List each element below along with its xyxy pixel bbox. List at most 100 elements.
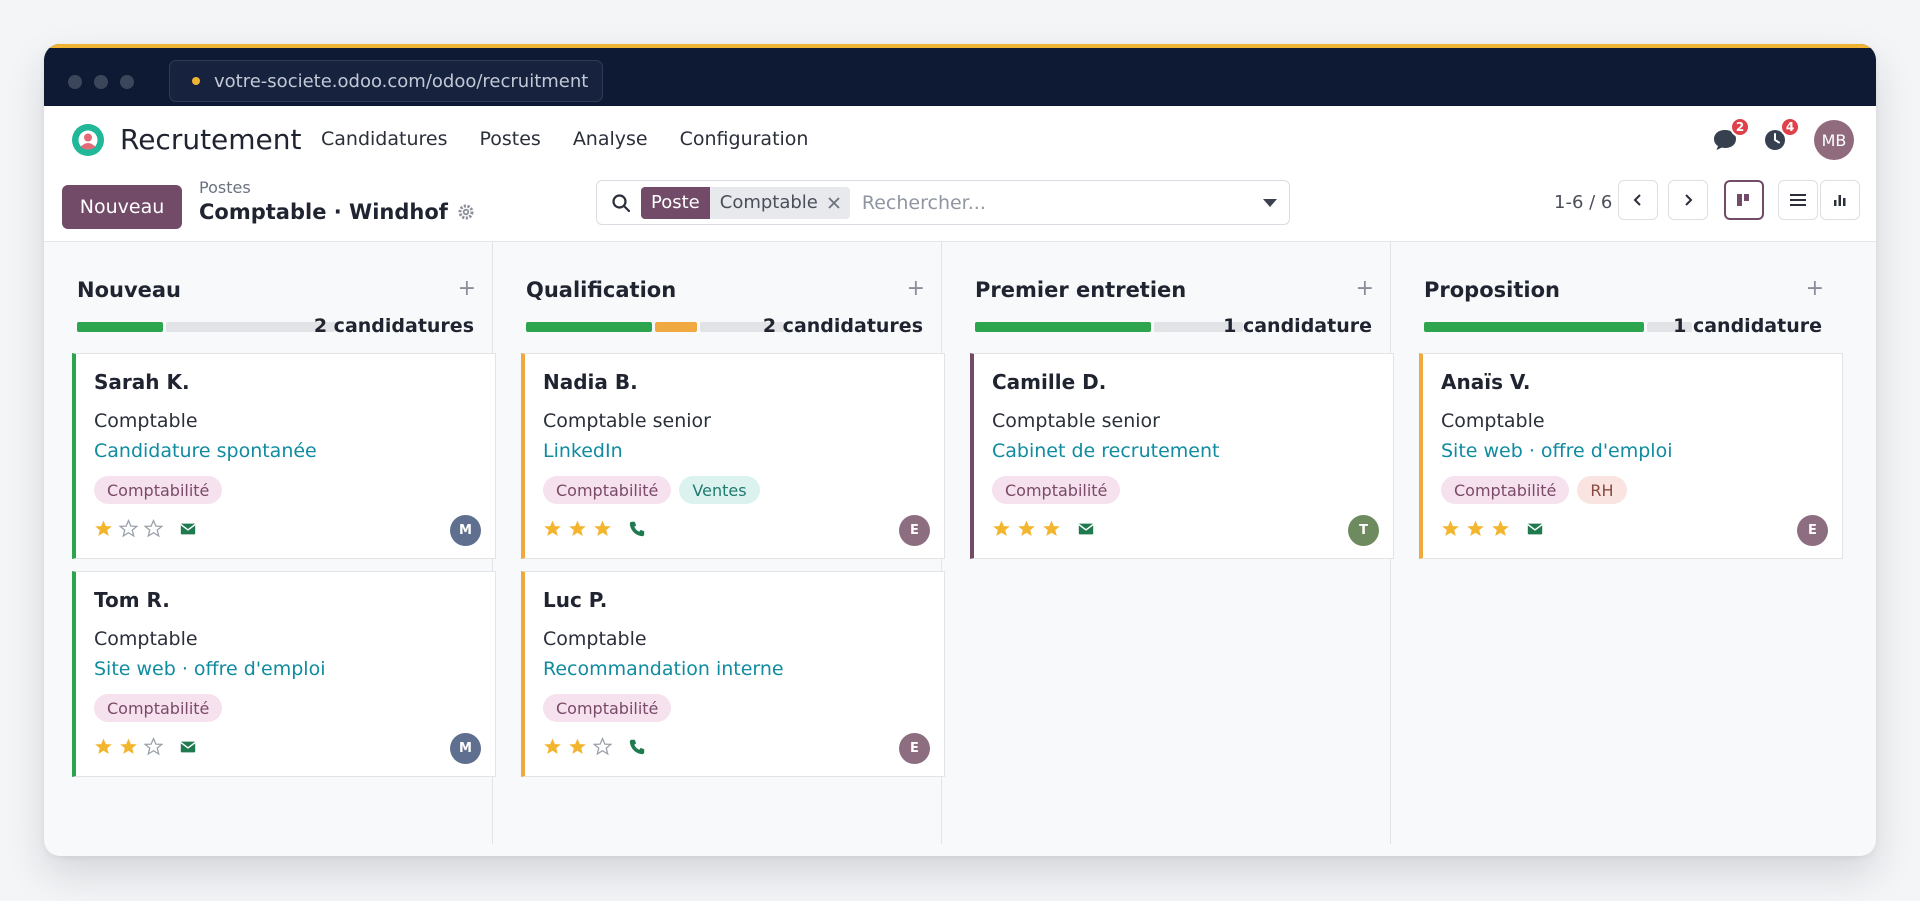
window-close-dot[interactable] bbox=[68, 75, 82, 89]
column-title[interactable]: Nouveau bbox=[77, 278, 181, 302]
assignee-avatar[interactable]: E bbox=[899, 515, 930, 546]
user-avatar[interactable]: MB bbox=[1814, 120, 1854, 160]
star-empty-icon[interactable] bbox=[593, 737, 612, 756]
facet-remove-icon[interactable] bbox=[828, 196, 840, 209]
pager-next-button[interactable] bbox=[1668, 180, 1708, 220]
candidate-name: Sarah K. bbox=[94, 370, 190, 394]
assignee-avatar[interactable]: T bbox=[1348, 515, 1379, 546]
search-input[interactable]: Rechercher... bbox=[862, 192, 986, 214]
list-view-button[interactable] bbox=[1778, 180, 1818, 220]
kanban-card[interactable]: Anaïs V. Comptable Site web · offre d'em… bbox=[1419, 353, 1843, 559]
kanban-card[interactable]: Sarah K. Comptable Candidature spontanée… bbox=[72, 353, 496, 559]
new-button[interactable]: Nouveau bbox=[62, 185, 182, 229]
assignee-avatar[interactable]: M bbox=[450, 733, 481, 764]
star-filled-icon[interactable] bbox=[1466, 519, 1485, 538]
assignee-avatar[interactable]: E bbox=[1797, 515, 1828, 546]
candidate-name: Camille D. bbox=[992, 370, 1107, 394]
star-filled-icon[interactable] bbox=[543, 519, 562, 538]
search-icon bbox=[612, 193, 631, 212]
window-minimize-dot[interactable] bbox=[94, 75, 108, 89]
kanban-board: Nouveau + 2 candidatures Sarah K. Compta… bbox=[44, 242, 1876, 856]
menu-postes[interactable]: Postes bbox=[479, 128, 540, 150]
phone-icon[interactable] bbox=[628, 520, 646, 538]
tag-list: Comptabilité RH bbox=[1441, 476, 1627, 504]
graph-view-button[interactable] bbox=[1820, 180, 1860, 220]
activities-button[interactable]: 4 bbox=[1760, 117, 1800, 155]
star-filled-icon[interactable] bbox=[593, 519, 612, 538]
column-quick-create-button[interactable]: + bbox=[1356, 276, 1374, 301]
star-filled-icon[interactable] bbox=[568, 519, 587, 538]
kanban-view-button[interactable] bbox=[1724, 180, 1764, 220]
chevron-left-icon bbox=[1633, 194, 1641, 206]
star-filled-icon[interactable] bbox=[119, 737, 138, 756]
search-options-toggle-icon[interactable] bbox=[1263, 199, 1277, 207]
kanban-card[interactable]: Tom R. Comptable Site web · offre d'empl… bbox=[72, 571, 496, 777]
tag-list: Comptabilité bbox=[543, 694, 672, 722]
kanban-card[interactable]: Camille D. Comptable senior Cabinet de r… bbox=[970, 353, 1394, 559]
mail-icon[interactable] bbox=[1077, 520, 1095, 538]
star-filled-icon[interactable] bbox=[568, 737, 587, 756]
column-progress-bar[interactable] bbox=[975, 322, 1243, 332]
column-count: 2 candidatures bbox=[313, 315, 474, 337]
url-bar[interactable]: votre-societe.odoo.com/odoo/recruitment bbox=[169, 60, 603, 102]
candidate-source: Candidature spontanée bbox=[94, 440, 317, 462]
assignee-avatar[interactable]: E bbox=[899, 733, 930, 764]
star-empty-icon[interactable] bbox=[144, 519, 163, 538]
mail-icon[interactable] bbox=[1526, 520, 1544, 538]
column-title[interactable]: Premier entretien bbox=[975, 278, 1186, 302]
column-quick-create-button[interactable]: + bbox=[458, 276, 476, 301]
breadcrumb-postes[interactable]: Postes bbox=[199, 178, 251, 197]
star-filled-icon[interactable] bbox=[94, 519, 113, 538]
window-maximize-dot[interactable] bbox=[120, 75, 134, 89]
kanban-card[interactable]: Luc P. Comptable Recommandation interne … bbox=[521, 571, 945, 777]
tag: Ventes bbox=[679, 476, 760, 504]
menu-candidatures[interactable]: Candidatures bbox=[321, 128, 447, 150]
menu-analyse[interactable]: Analyse bbox=[573, 128, 648, 150]
column-title[interactable]: Qualification bbox=[526, 278, 676, 302]
priority-stars bbox=[543, 737, 646, 756]
mail-icon[interactable] bbox=[179, 738, 197, 756]
star-filled-icon[interactable] bbox=[543, 737, 562, 756]
mail-icon[interactable] bbox=[179, 520, 197, 538]
column-quick-create-button[interactable]: + bbox=[907, 276, 925, 301]
app-name[interactable]: Recrutement bbox=[120, 123, 302, 156]
star-filled-icon[interactable] bbox=[1042, 519, 1061, 538]
recruitment-logo-icon[interactable] bbox=[70, 122, 106, 158]
menu-configuration[interactable]: Configuration bbox=[680, 128, 809, 150]
progress-segment-orange[interactable] bbox=[655, 322, 697, 332]
star-filled-icon[interactable] bbox=[1017, 519, 1036, 538]
star-filled-icon[interactable] bbox=[94, 737, 113, 756]
tag-list: Comptabilité bbox=[992, 476, 1121, 504]
page-title: Comptable · Windhof bbox=[199, 200, 474, 224]
star-empty-icon[interactable] bbox=[144, 737, 163, 756]
candidate-source: Cabinet de recrutement bbox=[992, 440, 1220, 462]
tag: Comptabilité bbox=[94, 694, 223, 722]
bar-chart-icon bbox=[1834, 195, 1846, 206]
progress-segment-green[interactable] bbox=[1424, 322, 1644, 332]
search-bar[interactable]: Poste Comptable Rechercher... bbox=[596, 180, 1290, 225]
column-progress-bar[interactable] bbox=[1424, 322, 1692, 332]
tag: RH bbox=[1577, 476, 1627, 504]
kanban-card[interactable]: Nadia B. Comptable senior LinkedIn Compt… bbox=[521, 353, 945, 559]
star-filled-icon[interactable] bbox=[992, 519, 1011, 538]
messages-button[interactable]: 2 bbox=[1710, 117, 1750, 155]
tag: Comptabilité bbox=[992, 476, 1121, 504]
app-navbar: Recrutement Candidatures Postes Analyse … bbox=[44, 106, 1876, 176]
progress-segment-green[interactable] bbox=[77, 322, 163, 332]
star-filled-icon[interactable] bbox=[1491, 519, 1510, 538]
progress-segment-green[interactable] bbox=[526, 322, 652, 332]
column-progress-bar[interactable] bbox=[526, 322, 784, 332]
column-title[interactable]: Proposition bbox=[1424, 278, 1560, 302]
pager-value[interactable]: 1-6 / 6 bbox=[1554, 192, 1612, 213]
column-quick-create-button[interactable]: + bbox=[1806, 276, 1824, 301]
star-filled-icon[interactable] bbox=[1441, 519, 1460, 538]
star-empty-icon[interactable] bbox=[119, 519, 138, 538]
candidate-name: Anaïs V. bbox=[1441, 370, 1531, 394]
column-progress-bar[interactable] bbox=[77, 322, 336, 332]
gear-icon[interactable] bbox=[458, 204, 474, 220]
kanban-column-qualification: Qualification + 2 candidatures Nadia B. … bbox=[493, 242, 945, 844]
assignee-avatar[interactable]: M bbox=[450, 515, 481, 546]
progress-segment-green[interactable] bbox=[975, 322, 1151, 332]
pager-previous-button[interactable] bbox=[1618, 180, 1658, 220]
phone-icon[interactable] bbox=[628, 738, 646, 756]
